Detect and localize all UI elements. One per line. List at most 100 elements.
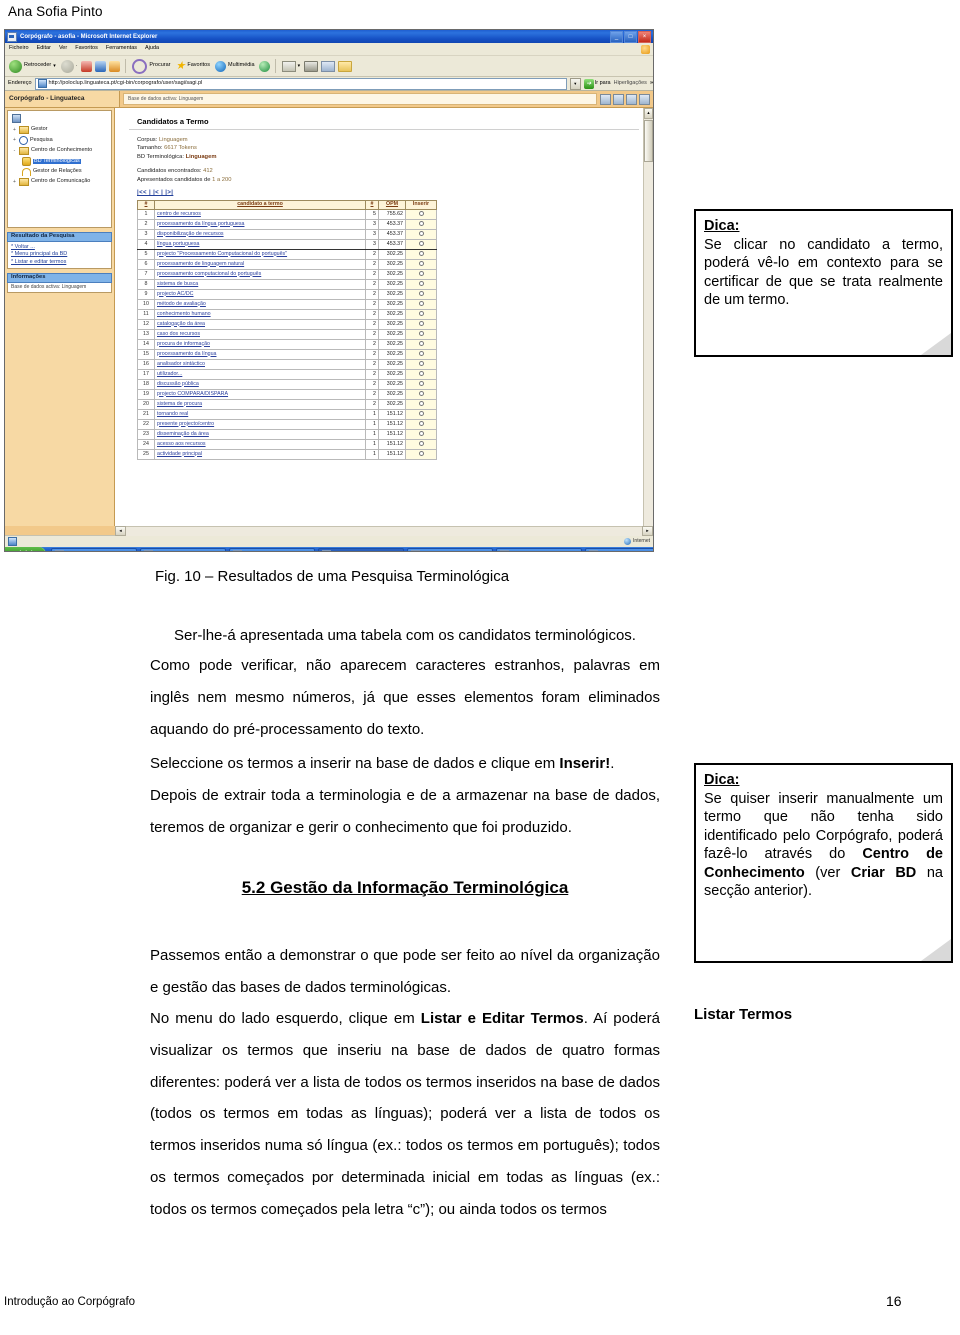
mail-button[interactable]: ▾	[281, 60, 302, 72]
content-horizontal-scrollbar[interactable]: ◄ ►	[115, 525, 653, 536]
table-row[interactable]: 4 língua portuguesa 3 453.37	[137, 238, 437, 250]
insert-checkbox[interactable]	[418, 221, 424, 227]
settings-icon[interactable]	[613, 93, 624, 105]
home-icon[interactable]	[109, 60, 121, 72]
print-icon[interactable]	[304, 60, 319, 72]
help-icon[interactable]	[626, 93, 637, 105]
cell-term[interactable]: tornando real	[154, 408, 366, 420]
table-row[interactable]: 8 sistema de busca 2 302.25	[137, 278, 437, 290]
table-row[interactable]: 22 presente projecto/centro 1 151.12	[137, 418, 437, 430]
table-row[interactable]: 2 processamento da língua portuguesa 3 453.…	[137, 218, 437, 230]
term-link[interactable]: caso dos recursos	[157, 331, 200, 337]
cell-insert[interactable]	[405, 378, 437, 390]
forward-button[interactable]: ·	[60, 59, 79, 73]
logout-icon[interactable]	[639, 93, 650, 105]
cell-term[interactable]: sistema de busca	[154, 278, 366, 290]
table-row[interactable]: 5 projecto "Processamento Computacional d…	[137, 248, 437, 260]
insert-checkbox[interactable]	[418, 331, 424, 337]
cell-term[interactable]: projecto AC/DC	[154, 288, 366, 300]
insert-checkbox[interactable]	[418, 351, 424, 357]
cell-insert[interactable]	[405, 268, 437, 280]
term-link[interactable]: língua portuguesa	[157, 241, 199, 247]
menu-item-ver[interactable]: Ver	[59, 46, 67, 52]
menu-item-ajuda[interactable]: Ajuda	[145, 46, 159, 52]
term-link[interactable]: disponibilização de recursos	[157, 231, 224, 237]
cell-insert[interactable]	[405, 398, 437, 410]
cell-term[interactable]: utilizador...	[154, 368, 366, 380]
cell-insert[interactable]	[405, 248, 437, 260]
sidebar-item-gestor-relacoes[interactable]: Gestor de Relações	[10, 167, 109, 177]
term-link[interactable]: processamento computacional do português	[157, 271, 261, 277]
favorites-button[interactable]: ★ Favoritos	[175, 60, 212, 72]
cell-insert[interactable]	[405, 318, 437, 330]
content-vertical-scrollbar[interactable]: ▲	[643, 108, 653, 526]
table-row[interactable]: 19 projecto COMPARA/DISPARA 2 302.25	[137, 388, 437, 400]
cell-insert[interactable]	[405, 448, 437, 460]
menu-item-editar[interactable]: Editar	[37, 46, 51, 52]
insert-checkbox[interactable]	[418, 291, 424, 297]
stop-icon[interactable]	[81, 60, 93, 72]
back-dropdown-caret-icon[interactable]: ▾	[53, 63, 56, 69]
table-row[interactable]: 21 tornando real 1 151.12	[137, 408, 437, 420]
table-row[interactable]: 18 discussão pública 2 302.25	[137, 378, 437, 390]
cell-term[interactable]: caso dos recursos	[154, 328, 366, 340]
cell-term[interactable]: discussão pública	[154, 378, 366, 390]
taskbar-item-itunes[interactable]: iTunes	[585, 547, 653, 551]
insert-checkbox[interactable]	[418, 251, 424, 257]
insert-checkbox[interactable]	[418, 281, 424, 287]
term-link[interactable]: disseminação da área	[157, 431, 209, 437]
mail-dropdown-caret-icon[interactable]: ▾	[298, 63, 301, 69]
term-link[interactable]: processamento da língua portuguesa	[157, 221, 244, 227]
cell-term[interactable]: presente projecto/centro	[154, 418, 366, 430]
table-row[interactable]: 17 utilizador... 2 302.25	[137, 368, 437, 380]
col-term[interactable]: candidato a termo	[154, 200, 366, 210]
cell-insert[interactable]	[405, 238, 437, 250]
insert-checkbox[interactable]	[418, 401, 424, 407]
table-row[interactable]: 6 processamento de linguagem natural 2 302.…	[137, 258, 437, 270]
term-link[interactable]: processamento de linguagem natural	[157, 261, 244, 267]
sidebar-item-centro-conhecimento[interactable]: - Centro de Conhecimento	[10, 146, 109, 156]
taskbar-item-corpografo[interactable]: Corpógrafo - asofi...	[318, 547, 405, 551]
search-button[interactable]: Procurar	[131, 58, 171, 74]
cell-insert[interactable]	[405, 358, 437, 370]
cell-term[interactable]: centro de recursos	[154, 208, 366, 220]
cell-insert[interactable]	[405, 278, 437, 290]
insert-checkbox[interactable]	[418, 381, 424, 387]
insert-checkbox[interactable]	[418, 441, 424, 447]
scroll-thumb[interactable]	[644, 120, 653, 162]
go-button[interactable]: ➔ Ir para	[583, 78, 611, 89]
address-input[interactable]: http://poloclup.linguateca.pt/cgi-bin/co…	[34, 77, 567, 90]
insert-checkbox[interactable]	[418, 341, 424, 347]
taskbar-item-tutorial-doc[interactable]: Tutorial_V3_3.doc ...	[407, 547, 494, 551]
cell-insert[interactable]	[405, 338, 437, 350]
pagination-controls[interactable]: |<< | |< | |>|	[137, 190, 645, 196]
term-link[interactable]: utilizador...	[157, 371, 182, 377]
cell-insert[interactable]	[405, 288, 437, 300]
insert-checkbox[interactable]	[418, 261, 424, 267]
tree-toggle-icon[interactable]: +	[12, 127, 17, 133]
term-link[interactable]: discussão pública	[157, 381, 199, 387]
toolbar-overflow-icon[interactable]: »	[650, 80, 653, 87]
term-link[interactable]: analisador sintáctico	[157, 361, 205, 367]
term-link[interactable]: projecto AC/DC	[157, 291, 194, 297]
taskbar-item-outlook[interactable]: Microsoft Outlook ...	[51, 547, 138, 551]
address-dropdown-icon[interactable]: ▾	[569, 77, 581, 90]
term-link[interactable]: actividade principal	[157, 451, 202, 457]
insert-checkbox[interactable]	[418, 431, 424, 437]
cell-term[interactable]: sistema de procura	[154, 398, 366, 410]
term-link[interactable]: tornando real	[157, 411, 188, 417]
folder-icon[interactable]	[338, 60, 353, 72]
cell-term[interactable]: disponibilização de recursos	[154, 228, 366, 240]
insert-checkbox[interactable]	[418, 231, 424, 237]
cell-insert[interactable]	[405, 438, 437, 450]
taskbar-item-yahoo-mail[interactable]: Yahoo! Mail - pinto...	[140, 547, 227, 551]
cell-insert[interactable]	[405, 428, 437, 440]
cell-term[interactable]: procura de informação	[154, 338, 366, 350]
taskbar-item-administracao[interactable]: Administração do ...	[229, 547, 316, 551]
cell-term[interactable]: processamento de linguagem natural	[154, 258, 366, 270]
table-row[interactable]: 15 processamento da língua 2 302.25	[137, 348, 437, 360]
cell-insert[interactable]	[405, 368, 437, 380]
close-button[interactable]: ×	[638, 30, 651, 43]
cell-term[interactable]: processamento da língua portuguesa	[154, 218, 366, 230]
taskbar-item-conc-freem[interactable]: Conc_Freem.temp - ...	[496, 547, 583, 551]
